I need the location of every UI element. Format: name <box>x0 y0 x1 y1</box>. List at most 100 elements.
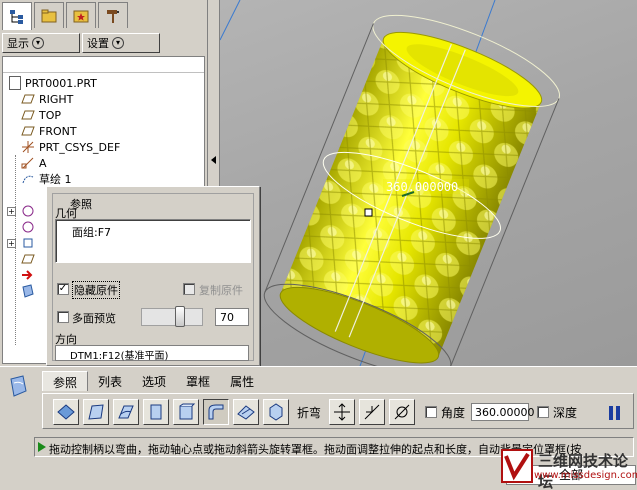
tree-item-feature[interactable] <box>21 251 35 267</box>
datum-axis-line <box>220 0 241 41</box>
preview-value-input[interactable]: 70 <box>215 308 249 326</box>
axis-move-icon <box>334 403 350 421</box>
graphics-viewport[interactable]: 360.000000 <box>220 0 637 366</box>
warp-button[interactable] <box>83 399 109 425</box>
twist-icon <box>237 405 255 420</box>
tree-item-feature[interactable] <box>21 235 35 251</box>
feature-icon <box>21 221 35 233</box>
stretch-button[interactable] <box>143 399 169 425</box>
favorites-tab[interactable] <box>66 2 96 28</box>
flip-icon <box>364 404 380 420</box>
datum-plane-icon <box>21 125 35 137</box>
model-canvas[interactable]: 360.000000 <box>220 0 637 366</box>
chevron-down-icon: ▾ <box>112 37 124 49</box>
tree-expander[interactable]: + <box>7 207 16 216</box>
angle-input[interactable]: 360.00000 <box>471 403 535 421</box>
tree-item-warp[interactable] <box>21 283 35 299</box>
tree-item-label: A <box>39 156 47 170</box>
datum-plane-icon <box>21 93 35 105</box>
angle-readout[interactable]: 360.000000 <box>386 180 458 194</box>
tree-expander[interactable]: + <box>7 239 16 248</box>
hide-original-label[interactable]: 隐藏原件 <box>72 281 120 299</box>
tree-item-right[interactable]: RIGHT <box>21 91 73 107</box>
warp-feature-icon <box>21 284 35 298</box>
folder-icon <box>41 9 57 22</box>
tools-tab[interactable] <box>98 2 128 28</box>
tree-toolbar: 显示 ▾ 设置 ▾ <box>2 33 206 55</box>
insert-here-icon <box>21 269 35 281</box>
message-arrow-icon <box>38 442 46 452</box>
show-menu-button[interactable]: 显示 ▾ <box>2 33 80 53</box>
geometry-item[interactable]: 面组:F7 <box>72 224 111 240</box>
tree-item-part[interactable]: PRT0001.PRT <box>9 75 97 91</box>
sculpt-button[interactable] <box>263 399 289 425</box>
model-tree-tab[interactable] <box>2 2 32 30</box>
pause-button[interactable] <box>609 406 621 420</box>
warp-feature-icon <box>8 375 28 397</box>
twist-button[interactable] <box>233 399 259 425</box>
tree-item-label: TOP <box>39 108 62 122</box>
tab-references[interactable]: 参照 <box>42 371 89 391</box>
tree-item-top[interactable]: TOP <box>21 107 61 123</box>
axis-reference-button[interactable] <box>329 399 355 425</box>
tree-item-label: PRT_CSYS_DEF <box>39 140 121 154</box>
part-icon <box>9 76 21 90</box>
folder-browser-tab[interactable] <box>34 2 64 28</box>
warp-toolbar: 折弯 角度 360.00000 深度 <box>42 393 634 429</box>
tree-item-label: PRT0001.PRT <box>25 76 97 90</box>
tree-item-axis[interactable]: A <box>21 155 47 171</box>
tab-options[interactable]: 选项 <box>132 371 176 391</box>
preview-slider-thumb[interactable] <box>175 306 185 327</box>
bend-button[interactable] <box>203 399 229 425</box>
settings-menu-button[interactable]: 设置 ▾ <box>82 33 160 53</box>
feature-icon <box>21 237 35 249</box>
datum-plane-icon <box>21 109 35 121</box>
transform-button[interactable] <box>53 399 79 425</box>
tree-item-feature[interactable] <box>21 203 35 219</box>
watermark: 三维网技术论坛 www.missdesign.com <box>500 448 637 490</box>
sketch-icon <box>21 173 35 185</box>
dashboard-tabs: 参照 列表 选项 罩框 属性 <box>42 371 264 391</box>
hide-original-checkbox[interactable]: ✓ <box>57 283 69 295</box>
datum-plane-icon <box>21 253 35 265</box>
tree-icon <box>10 9 23 24</box>
tree-item-sketch[interactable]: 草绘 1 <box>21 171 72 187</box>
tree-item-insert[interactable] <box>21 267 35 283</box>
depth-checkbox[interactable] <box>537 406 549 418</box>
warp-icon <box>88 404 104 420</box>
tab-marquee[interactable]: 罩框 <box>176 371 220 391</box>
datum-axis-icon <box>21 157 35 169</box>
direction-collector[interactable]: DTM1:F12(基准平面) <box>55 345 249 362</box>
bend-solid-button[interactable] <box>173 399 199 425</box>
multi-preview-label[interactable]: 多面预览 <box>72 310 116 326</box>
copy-original-label: 复制原件 <box>199 284 243 297</box>
pause-icon <box>616 406 620 420</box>
angle-checkbox[interactable] <box>425 406 437 418</box>
bend-label: 折弯 <box>297 406 322 420</box>
tree-item-feature[interactable] <box>21 219 35 235</box>
settings-menu-label: 设置 <box>87 37 109 50</box>
tab-list[interactable]: 列表 <box>88 371 132 391</box>
hammer-icon <box>107 9 119 23</box>
drag-handle[interactable] <box>364 208 373 217</box>
flip-direction-button[interactable] <box>359 399 385 425</box>
tree-filter-row <box>3 57 204 73</box>
pause-icon <box>609 406 613 420</box>
tree-item-front[interactable]: FRONT <box>21 123 77 139</box>
angle-label: 角度 <box>441 406 466 420</box>
spine-button[interactable] <box>113 399 139 425</box>
navigator-tabs <box>2 2 128 30</box>
rotate-axis-icon <box>394 404 410 420</box>
tab-properties[interactable]: 属性 <box>220 371 264 391</box>
rotate-axis-button[interactable] <box>389 399 415 425</box>
favorites-icon <box>73 10 89 22</box>
copy-original-checkbox <box>183 283 195 295</box>
watermark-logo-icon <box>501 449 533 483</box>
geometry-collector[interactable]: 面组:F7 <box>55 219 251 263</box>
multi-preview-checkbox[interactable] <box>57 311 69 323</box>
tree-item-label: RIGHT <box>39 92 74 106</box>
stretch-icon <box>150 404 162 420</box>
collapse-left-icon <box>211 156 216 164</box>
tree-item-csys[interactable]: PRT_CSYS_DEF <box>21 139 120 155</box>
preview-slider-track[interactable] <box>141 308 203 326</box>
